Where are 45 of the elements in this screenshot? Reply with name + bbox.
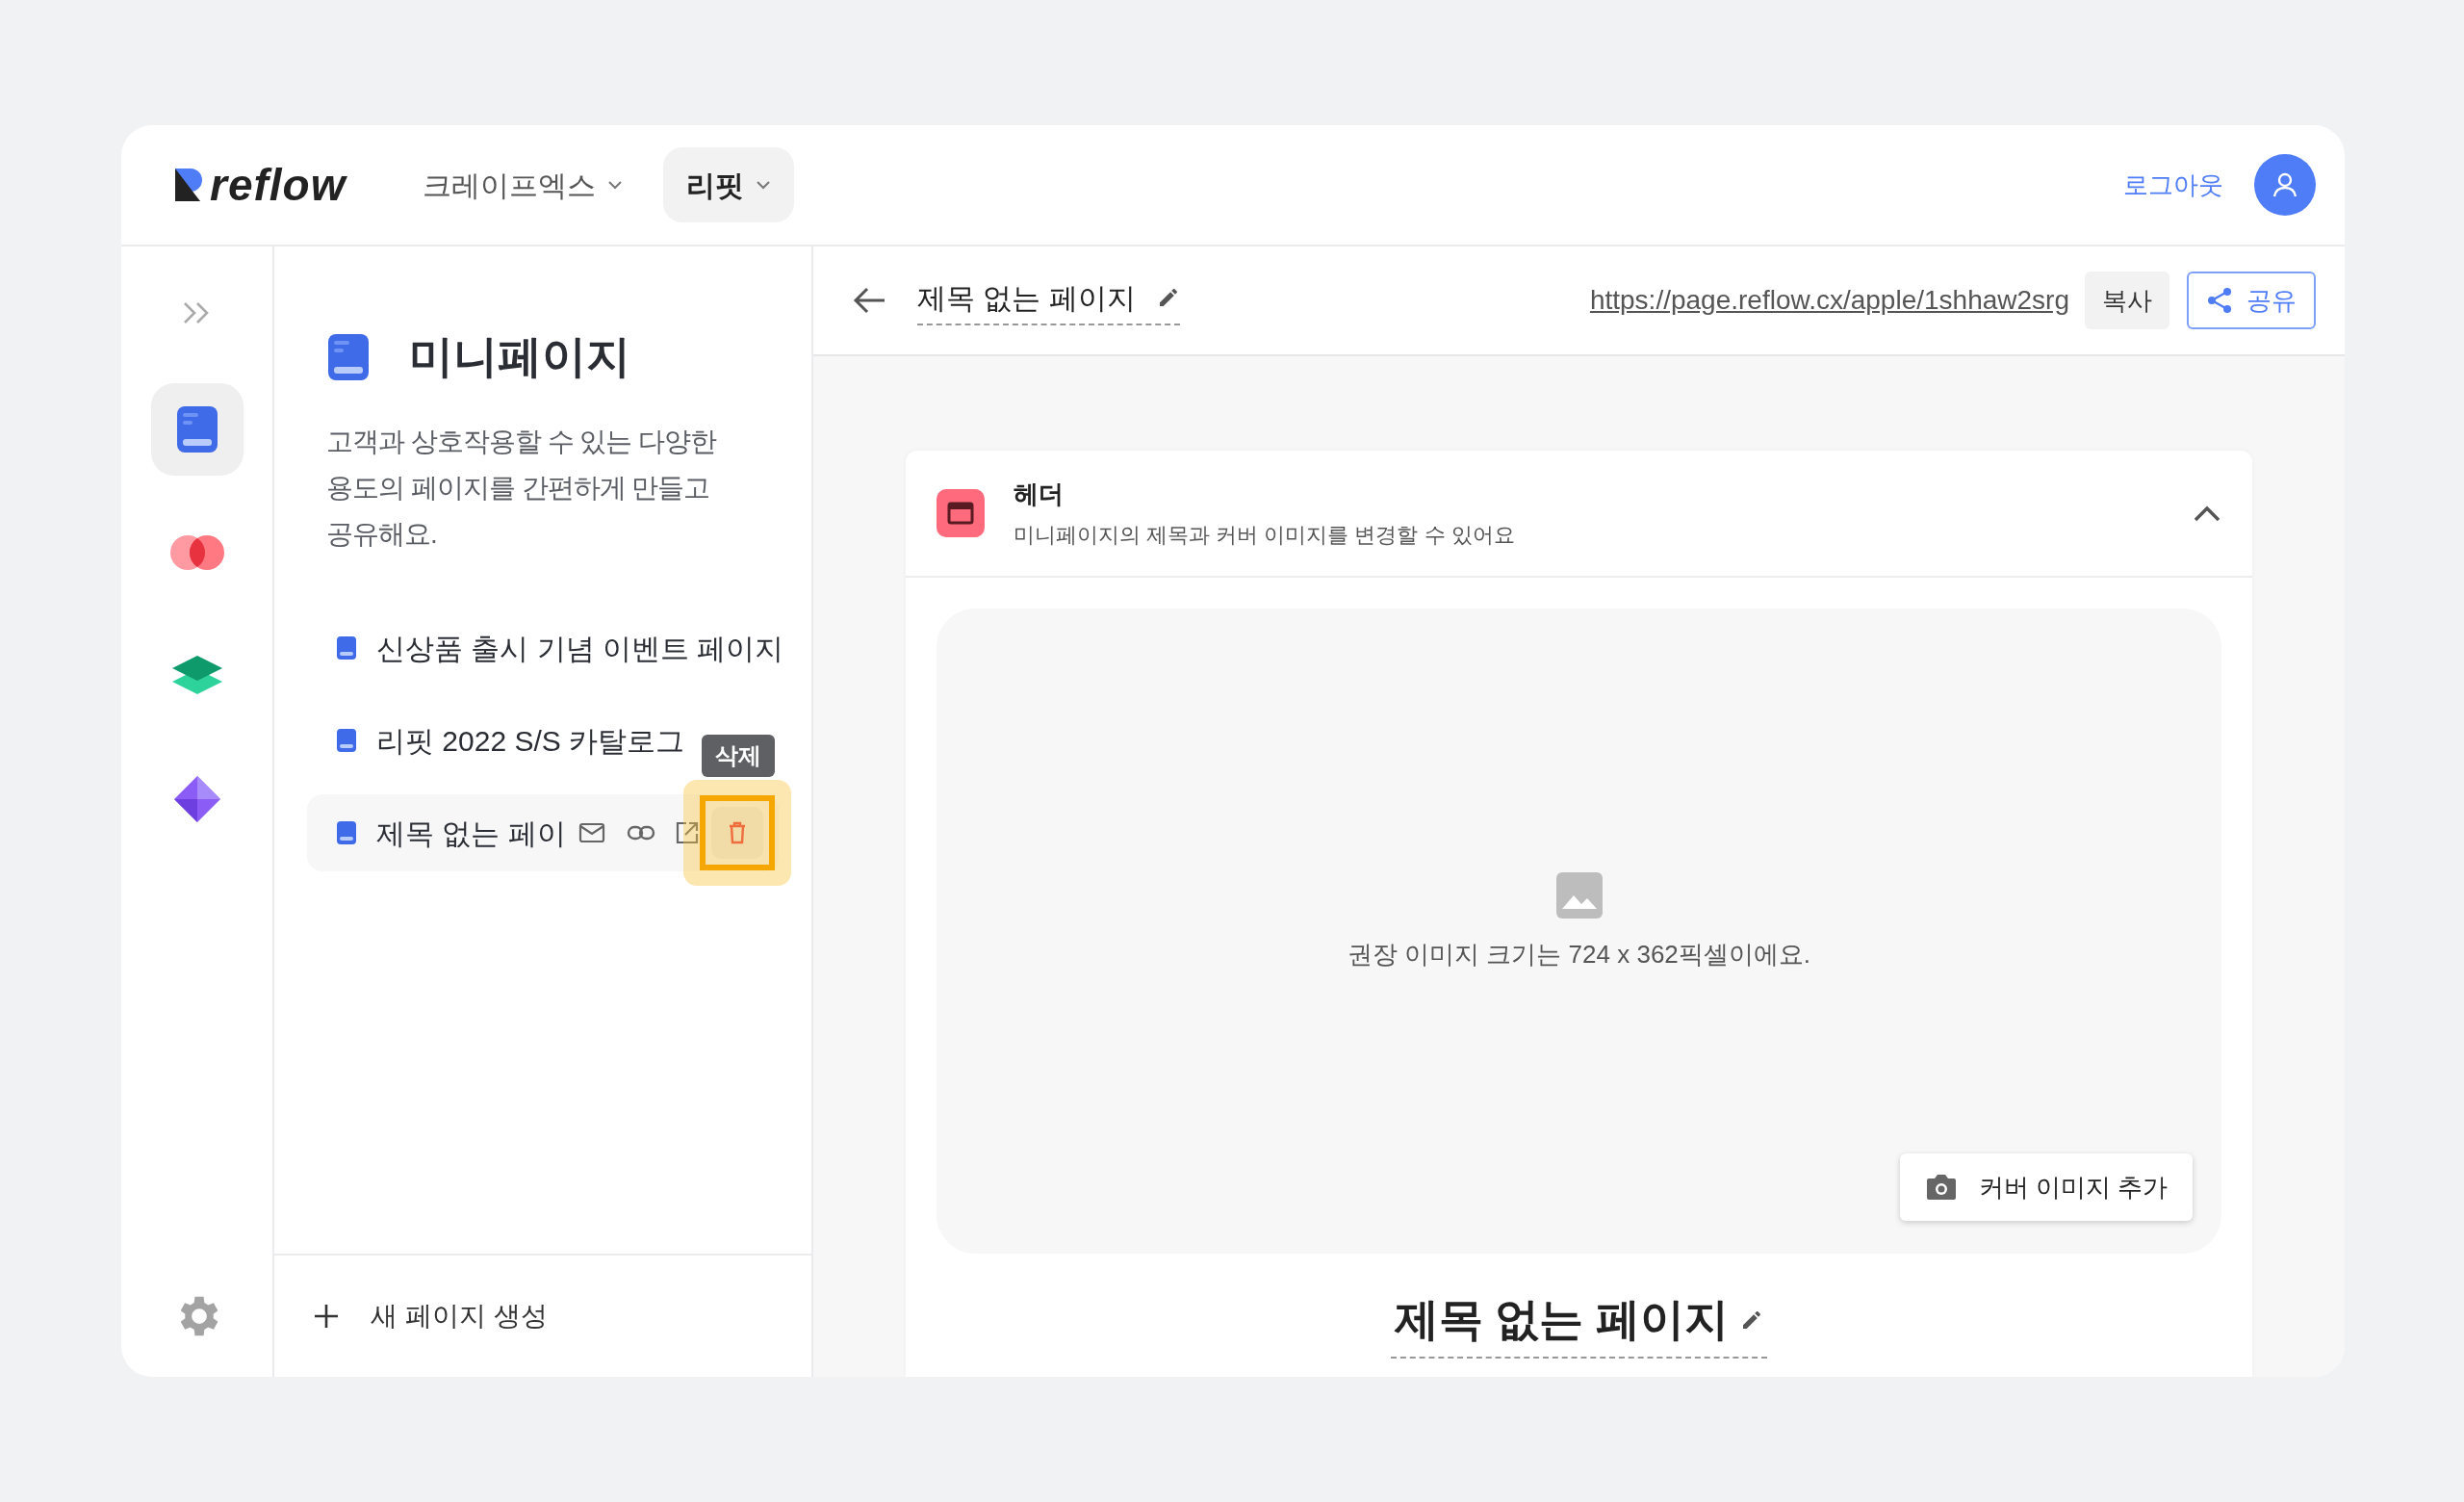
logo-text: reflow	[210, 158, 346, 212]
panel-description: 고객과 상호작용할 수 있는 다양한 용도의 페이지를 간편하게 만들고 공유해요.	[325, 426, 718, 551]
user-icon	[2272, 171, 2298, 198]
cover-title-field[interactable]: 제목 없는 페이지	[1390, 1286, 1768, 1359]
new-page-button[interactable]: 새 페이지 생성	[274, 1254, 811, 1377]
page-list-item[interactable]: 리핏 2022 S/S 카탈로그	[307, 702, 691, 779]
chevron-up-icon[interactable]	[2193, 504, 2221, 523]
workspace-menu[interactable]: 크레이프엑스	[399, 147, 647, 222]
add-cover-image-button[interactable]: 커버 이미지 추가	[1899, 1153, 2193, 1221]
logo-mark-icon	[173, 167, 204, 203]
chevron-down-icon	[607, 180, 624, 190]
panel-title: 미니페이지	[409, 330, 630, 383]
back-arrow-icon[interactable]	[852, 286, 886, 315]
page-icon	[336, 820, 357, 845]
section-header[interactable]: 헤더 미니페이지의 제목과 커버 이미지를 변경할 수 있어요	[906, 451, 2252, 578]
page-title-field[interactable]: 제목 없는 페이지	[917, 275, 1180, 325]
image-placeholder-icon	[1555, 872, 1603, 919]
page-icon	[336, 635, 357, 660]
plus-icon	[313, 1303, 340, 1330]
page-url-link[interactable]: https://page.reflow.cx/apple/1shhaw2srg	[1589, 280, 2069, 321]
nav-item[interactable]	[150, 383, 244, 476]
reflow-logo[interactable]: reflow	[173, 151, 346, 219]
page-list-item[interactable]: 제목 없는 페이	[307, 794, 779, 871]
workspace-menu[interactable]: 리핏	[663, 147, 795, 222]
camera-icon	[1924, 1173, 1958, 1202]
share-icon	[2206, 287, 2233, 314]
delete-button[interactable]	[711, 807, 763, 859]
window-icon	[937, 489, 985, 537]
share-button[interactable]: 공유	[2187, 272, 2316, 329]
link-icon[interactable]	[627, 825, 655, 841]
chevron-down-icon	[756, 180, 772, 190]
image-size-hint: 권장 이미지 크기는 724 x 362픽셀이에요.	[1347, 939, 1811, 971]
mail-icon[interactable]	[578, 822, 605, 843]
section-subtitle: 미니페이지의 제목과 커버 이미지를 변경할 수 있어요	[1014, 522, 1515, 549]
section-title: 헤더	[1014, 479, 1065, 510]
copy-button[interactable]: 복사	[2085, 272, 2169, 329]
page-icon	[336, 728, 357, 753]
minipage-icon	[326, 331, 371, 382]
page-list-item[interactable]: 신상품 출시 기념 이벤트 페이지	[307, 609, 790, 686]
logout-link[interactable]: 로그아웃	[2123, 166, 2223, 204]
delete-tooltip: 삭제	[702, 735, 775, 777]
trash-icon	[729, 821, 746, 844]
overlapping-circles-icon	[167, 533, 226, 572]
minipage-icon	[174, 404, 219, 454]
external-link-icon[interactable]	[675, 820, 700, 845]
